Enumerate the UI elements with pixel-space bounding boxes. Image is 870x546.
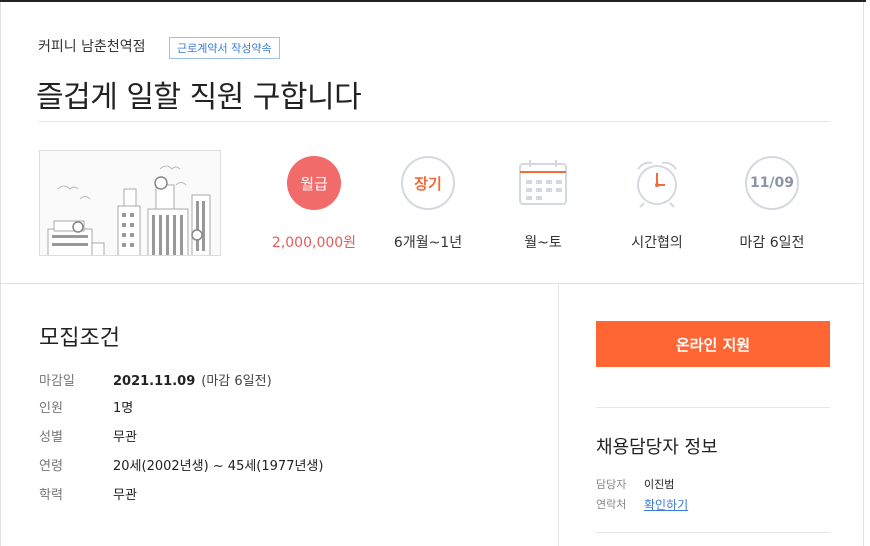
requirement-value: 무관 <box>113 488 137 503</box>
page-title: 즐겁게 일할 직원 구합니다 <box>36 80 362 115</box>
divider <box>596 532 830 533</box>
requirement-key: 연령 <box>39 459 63 474</box>
period-value: 6개월~1년 <box>393 235 463 251</box>
contact-reveal-link[interactable]: 확인하기 <box>644 498 688 512</box>
deadline-badge-icon: 11/09 <box>745 156 799 210</box>
days-value: 월~토 <box>524 235 562 251</box>
requirement-value: 무관 <box>113 430 137 445</box>
condition-salary: 월급 2,000,000원 <box>259 156 369 252</box>
column-divider <box>558 284 559 546</box>
manager-name: 이진범 <box>644 478 675 491</box>
condition-days: 월~토 <box>488 156 598 252</box>
requirement-sub: (마감 6일전) <box>201 374 272 389</box>
salary-badge-icon: 월급 <box>287 156 341 210</box>
period-badge-icon: 장기 <box>401 156 455 210</box>
online-apply-button[interactable]: 온라인 지원 <box>596 321 830 367</box>
calendar-icon <box>516 156 570 210</box>
requirement-key: 학력 <box>39 488 63 503</box>
requirement-value: 2021.11.09 <box>113 374 196 389</box>
manager-key: 연락처 <box>596 498 627 511</box>
alarm-clock-icon <box>630 156 684 210</box>
contract-badge: 근로계약서 작성약속 <box>169 37 280 59</box>
divider <box>38 121 830 122</box>
manager-key: 담당자 <box>596 478 627 491</box>
divider <box>596 407 830 408</box>
company-illustration <box>39 150 221 256</box>
requirement-value: 1명 <box>113 401 134 416</box>
requirement-key: 인원 <box>39 401 63 416</box>
requirement-key: 성별 <box>39 430 63 445</box>
hours-value: 시간협의 <box>631 235 683 251</box>
company-name[interactable]: 커피니 남춘천역점 <box>38 36 146 56</box>
deadline-value: 마감 6일전 <box>739 235 805 251</box>
salary-value: 2,000,000원 <box>271 235 357 251</box>
requirements-title: 모집조건 <box>39 326 120 351</box>
condition-period: 장기 6개월~1년 <box>373 156 483 252</box>
requirement-value: 20세(2002년생) ~ 45세(1977년생) <box>113 459 324 474</box>
condition-hours: 시간협의 <box>602 156 712 252</box>
requirement-key: 마감일 <box>39 374 75 389</box>
manager-info-title: 채용담당자 정보 <box>596 437 718 458</box>
condition-deadline: 11/09 마감 6일전 <box>717 156 827 252</box>
